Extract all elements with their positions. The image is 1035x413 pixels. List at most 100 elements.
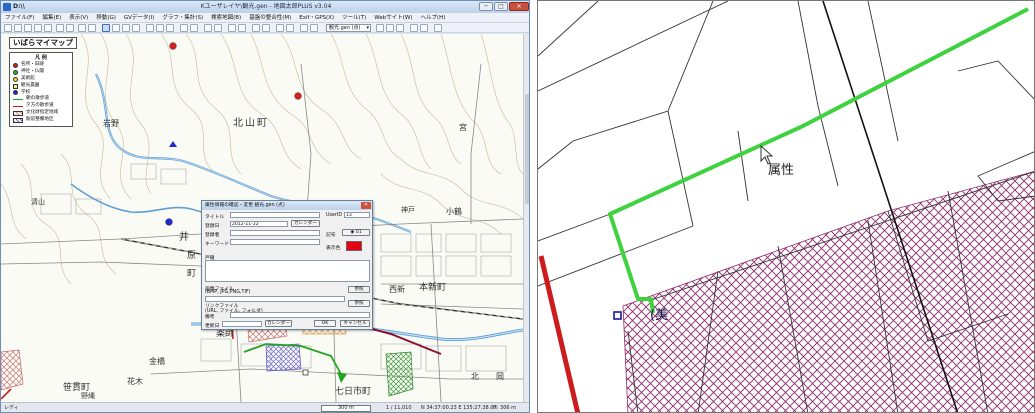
legend-item-label: 神社・仏閣 <box>21 68 44 74</box>
menu-graph[interactable]: グラフ・集計(S) <box>158 13 207 22</box>
place-name: 岡 <box>496 372 504 381</box>
vertical-scrollbar[interactable] <box>523 34 529 402</box>
landmark-point[interactable] <box>169 42 177 50</box>
green-hatch-area[interactable] <box>385 351 414 397</box>
green-dot-icon <box>13 69 18 75</box>
registrant-field[interactable] <box>230 230 320 236</box>
close-button[interactable]: ✕ <box>509 2 529 11</box>
open-icon[interactable] <box>14 24 22 32</box>
maximize-button[interactable]: □ <box>494 2 508 11</box>
layer-select[interactable]: 観光.gen (点) ▾ <box>326 24 371 32</box>
redo-icon[interactable] <box>44 24 52 32</box>
menu-search-map[interactable]: 検索地図(B) <box>207 13 245 22</box>
zoom-in-icon[interactable] <box>78 24 86 32</box>
color-swatch[interactable] <box>346 241 362 251</box>
yellow-dot-icon <box>13 76 18 82</box>
updated-calendar-button[interactable]: カレンダー <box>265 320 292 327</box>
menu-tools[interactable]: ツール(T) <box>338 13 370 22</box>
map-title: いばらマイマップ <box>9 37 77 49</box>
red-line-icon <box>13 106 23 108</box>
menu-move[interactable]: 移動(G) <box>92 13 120 22</box>
remark-field[interactable] <box>230 312 370 318</box>
menu-website[interactable]: Webサイト(W) <box>370 13 416 22</box>
refresh-icon[interactable] <box>300 24 308 32</box>
print-icon[interactable] <box>56 24 64 32</box>
updated-field[interactable] <box>222 321 262 327</box>
new-icon[interactable] <box>4 24 12 32</box>
evening-walk-route[interactable] <box>360 325 442 355</box>
copy-icon[interactable] <box>66 24 74 32</box>
move-tool-icon[interactable] <box>146 24 154 32</box>
delete-tool-icon[interactable] <box>166 24 174 32</box>
map-view[interactable]: 北山町 岩野 清山 井 原 町 小鶴 神戸 宮 本新町 西新 薬師 金橋 笹貫町… <box>1 34 523 402</box>
chevron-down-icon: ▾ <box>366 25 369 31</box>
cultural-asset-area[interactable] <box>622 171 1035 413</box>
station-point[interactable] <box>613 311 622 320</box>
cancel-button[interactable]: キャンセル <box>340 320 370 327</box>
undo-icon[interactable] <box>34 24 42 32</box>
menu-gv-data[interactable]: GVデータ(I) <box>120 13 158 22</box>
polygon-tool-icon[interactable] <box>132 24 140 32</box>
school-point[interactable] <box>165 218 173 226</box>
place-name: 花木 <box>127 376 143 386</box>
select-tool-icon[interactable] <box>102 24 110 32</box>
gps-icon[interactable] <box>252 24 260 32</box>
station-point[interactable] <box>302 369 309 376</box>
place-name: 北山町 <box>233 117 269 129</box>
image-hint: (BMP, JPG,PNG,TIF) <box>205 290 251 295</box>
pen-icon[interactable] <box>376 24 384 32</box>
menu-exif-gps[interactable]: Exif・GPS(X) <box>295 13 338 22</box>
evening-walk-route[interactable] <box>538 255 581 413</box>
rotate-tool-icon[interactable] <box>156 24 164 32</box>
title-bar: D:\\ Kユーザレイヤ\観光.gen - 地図太郎PLUS v3.04 ─ □… <box>1 1 529 13</box>
edit-vertex-icon[interactable] <box>386 24 394 32</box>
dialog-title-bar: 属性情報の確認・変更 観光.gen (点) ✕ <box>202 201 372 210</box>
menu-consistency[interactable]: 基盤の整合性(M) <box>245 13 295 22</box>
settings-icon[interactable] <box>310 24 318 32</box>
memo-field[interactable] <box>205 260 370 282</box>
property-icon[interactable] <box>238 24 246 32</box>
date-field[interactable]: 2012-11-22 <box>230 221 288 227</box>
scale-bar-label: 300 m <box>321 405 371 412</box>
calendar-button[interactable]: カレンダー <box>291 220 320 227</box>
left-hatch-area[interactable] <box>1 349 24 391</box>
station-redevelopment-area[interactable] <box>265 343 302 372</box>
symbol-tool-icon[interactable] <box>214 24 222 32</box>
menu-file[interactable]: ファイル(F) <box>1 13 38 22</box>
image-browse-button[interactable]: 参照 <box>348 286 370 293</box>
dialog-close-button[interactable]: ✕ <box>361 202 371 209</box>
minimize-button[interactable]: ─ <box>479 2 493 11</box>
title-field[interactable] <box>230 212 320 218</box>
text-tool-icon[interactable] <box>204 24 212 32</box>
legend-item-label: 名所・旧跡 <box>21 61 44 67</box>
back-icon[interactable] <box>410 24 418 32</box>
forward-icon[interactable] <box>420 24 428 32</box>
measure-tool-icon[interactable] <box>180 24 188 32</box>
photo-icon[interactable] <box>262 24 270 32</box>
zoom-out-icon[interactable] <box>88 24 96 32</box>
ok-button[interactable]: OK <box>314 320 336 327</box>
save-icon[interactable] <box>24 24 32 32</box>
grid-icon[interactable] <box>276 24 284 32</box>
landmark-point[interactable] <box>294 92 302 100</box>
menu-edit[interactable]: 編集(E) <box>38 13 65 22</box>
layer-icon[interactable] <box>228 24 236 32</box>
symbol-select[interactable]: ◉ 01 <box>342 229 370 236</box>
scrollbar-thumb[interactable] <box>525 94 529 204</box>
title-label: タイトル <box>205 215 225 220</box>
split-icon[interactable] <box>396 24 404 32</box>
menu-view[interactable]: 表示(V) <box>65 13 92 22</box>
layer-select-value: 観光.gen (点) <box>329 25 361 31</box>
legend-item: 観光農園 <box>13 83 69 90</box>
point-tool-icon[interactable] <box>112 24 120 32</box>
area-tool-icon[interactable] <box>190 24 198 32</box>
window-controls: ─ □ ✕ <box>479 2 529 12</box>
line-tool-icon[interactable] <box>122 24 130 32</box>
menu-help[interactable]: ヘルプ(H) <box>416 13 449 22</box>
link-browse-button[interactable]: 参照 <box>348 300 370 307</box>
search-icon[interactable] <box>286 24 294 32</box>
info-icon[interactable] <box>434 24 442 32</box>
keyword-field[interactable] <box>230 239 320 245</box>
place-name: 七日市町 <box>335 385 371 397</box>
userid-field[interactable]: 13 <box>344 212 370 218</box>
